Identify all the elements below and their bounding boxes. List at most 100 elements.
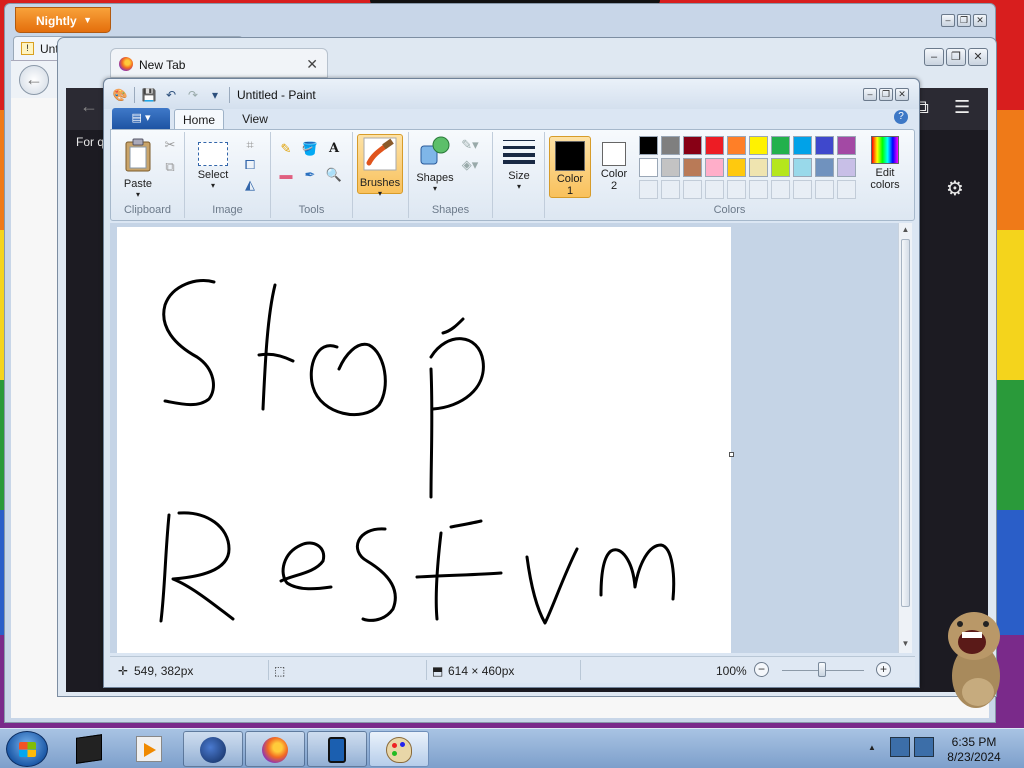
palette-color[interactable] <box>727 158 746 177</box>
restore-button[interactable]: ❐ <box>957 14 971 27</box>
scroll-down-icon[interactable]: ▼ <box>899 639 912 648</box>
select-button[interactable]: Select ▾ <box>191 142 235 190</box>
palette-color[interactable] <box>837 158 856 177</box>
restore-button[interactable]: ❐ <box>879 88 893 101</box>
restore-button[interactable]: ❐ <box>946 48 966 66</box>
palette-color[interactable] <box>749 136 768 155</box>
paste-button[interactable]: Paste ▾ <box>117 138 159 199</box>
back-arrow-icon[interactable]: ← <box>19 65 49 95</box>
menu-icon[interactable]: ☰ <box>954 97 970 118</box>
save-icon[interactable]: 💾 <box>141 87 157 103</box>
scroll-up-icon[interactable]: ▲ <box>899 225 912 234</box>
color1-button[interactable]: Color 1 <box>549 136 591 198</box>
zoom-in-button[interactable]: + <box>876 662 891 677</box>
tab-home[interactable]: Home <box>174 109 224 130</box>
tab-view[interactable]: View <box>230 109 280 130</box>
start-button[interactable] <box>6 731 48 767</box>
palette-color[interactable] <box>815 158 834 177</box>
bookmark-text[interactable]: For q <box>76 135 104 149</box>
eraser-icon[interactable]: ▬ <box>277 166 295 184</box>
palette-color[interactable] <box>749 158 768 177</box>
palette-custom-slot[interactable] <box>771 180 790 199</box>
palette-color[interactable] <box>639 158 658 177</box>
close-tab-icon[interactable]: ✕ <box>306 56 318 73</box>
minimize-button[interactable]: – <box>924 48 944 66</box>
palette-custom-slot[interactable] <box>793 180 812 199</box>
scroll-thumb[interactable] <box>901 239 910 607</box>
customize-qat-icon[interactable]: ▾ <box>207 87 223 103</box>
palette-color[interactable] <box>705 158 724 177</box>
crop-icon[interactable]: ⌗ <box>241 136 259 154</box>
redo-icon[interactable]: ↷ <box>185 87 201 103</box>
palette-color[interactable] <box>771 158 790 177</box>
outline-icon[interactable]: ✎▾ <box>461 136 479 154</box>
taskbar-app-nightly[interactable] <box>183 731 243 767</box>
text-icon[interactable]: A <box>325 140 343 158</box>
palette-color[interactable] <box>815 136 834 155</box>
palette-custom-slot[interactable] <box>749 180 768 199</box>
palette-color[interactable] <box>683 136 702 155</box>
firefox-tab[interactable]: New Tab ✕ <box>110 48 328 78</box>
minimize-button[interactable]: – <box>863 88 877 101</box>
palette-custom-slot[interactable] <box>815 180 834 199</box>
clock[interactable]: 6:35 PM 8/23/2024 <box>940 735 1008 765</box>
resize-icon[interactable]: ⧠ <box>241 156 259 174</box>
palette-color[interactable] <box>793 158 812 177</box>
volume-icon[interactable] <box>914 737 934 757</box>
vertical-scrollbar[interactable]: ▲ ▼ <box>898 223 912 653</box>
taskbar-app-firefox[interactable] <box>245 731 305 767</box>
close-button[interactable]: ✕ <box>895 88 909 101</box>
show-hidden-icons[interactable]: ▲ <box>868 743 876 752</box>
undo-icon[interactable]: ↶ <box>163 87 179 103</box>
palette-color[interactable] <box>661 136 680 155</box>
palette-color[interactable] <box>661 158 680 177</box>
taskbar-app-device[interactable] <box>307 731 367 767</box>
shapes-button[interactable]: Shapes ▾ <box>413 136 457 193</box>
palette-color[interactable] <box>705 136 724 155</box>
color2-button[interactable]: Color 2 <box>593 136 635 198</box>
edit-colors-button[interactable]: Edit colors <box>863 136 907 191</box>
palette-custom-slot[interactable] <box>683 180 702 199</box>
palette-color[interactable] <box>727 136 746 155</box>
magnifier-icon[interactable]: 🔍 <box>325 166 343 184</box>
drawing-canvas[interactable] <box>117 227 731 653</box>
brushes-button[interactable]: Brushes ▾ <box>357 134 403 198</box>
edit-colors-line2: colors <box>870 179 900 191</box>
palette-custom-slot[interactable] <box>661 180 680 199</box>
brush-icon <box>363 137 397 171</box>
cut-icon[interactable]: ✂ <box>161 136 179 154</box>
palette-color[interactable] <box>639 136 658 155</box>
fill-style-icon[interactable]: ◈▾ <box>461 156 479 174</box>
size-button[interactable]: Size ▾ <box>499 138 539 191</box>
gear-icon[interactable]: ⚙ <box>946 176 964 201</box>
brushes-group: Brushes ▾ <box>353 132 409 218</box>
taskbar-app-paint[interactable] <box>369 731 429 767</box>
paste-label: Paste <box>123 178 153 190</box>
copy-icon[interactable]: ⧉ <box>161 158 179 176</box>
zoom-slider-thumb[interactable] <box>818 662 826 677</box>
back-arrow-icon[interactable]: ← <box>80 96 98 117</box>
minimize-button[interactable]: – <box>941 14 955 27</box>
palette-custom-slot[interactable] <box>837 180 856 199</box>
fill-icon[interactable]: 🪣 <box>301 140 319 158</box>
palette-custom-slot[interactable] <box>705 180 724 199</box>
palette-color[interactable] <box>683 158 702 177</box>
paint-menu-button[interactable]: ▤ ▾ <box>112 108 170 129</box>
network-icon[interactable] <box>890 737 910 757</box>
close-button[interactable]: ✕ <box>973 14 987 27</box>
help-icon[interactable]: ? <box>894 110 908 124</box>
palette-color[interactable] <box>793 136 812 155</box>
resize-handle-right[interactable] <box>729 452 734 457</box>
close-button[interactable]: ✕ <box>968 48 988 66</box>
palette-custom-slot[interactable] <box>639 180 658 199</box>
color-picker-icon[interactable]: ✒ <box>301 166 319 184</box>
palette-color[interactable] <box>771 136 790 155</box>
taskbar-app-terminal[interactable] <box>60 731 120 767</box>
pencil-icon[interactable]: ✎ <box>277 140 295 158</box>
nightly-menu-button[interactable]: Nightly ▼ <box>15 7 111 33</box>
rotate-icon[interactable]: ◭ <box>241 176 259 194</box>
palette-custom-slot[interactable] <box>727 180 746 199</box>
palette-color[interactable] <box>837 136 856 155</box>
zoom-out-button[interactable]: − <box>754 662 769 677</box>
taskbar-app-media[interactable] <box>120 731 180 767</box>
